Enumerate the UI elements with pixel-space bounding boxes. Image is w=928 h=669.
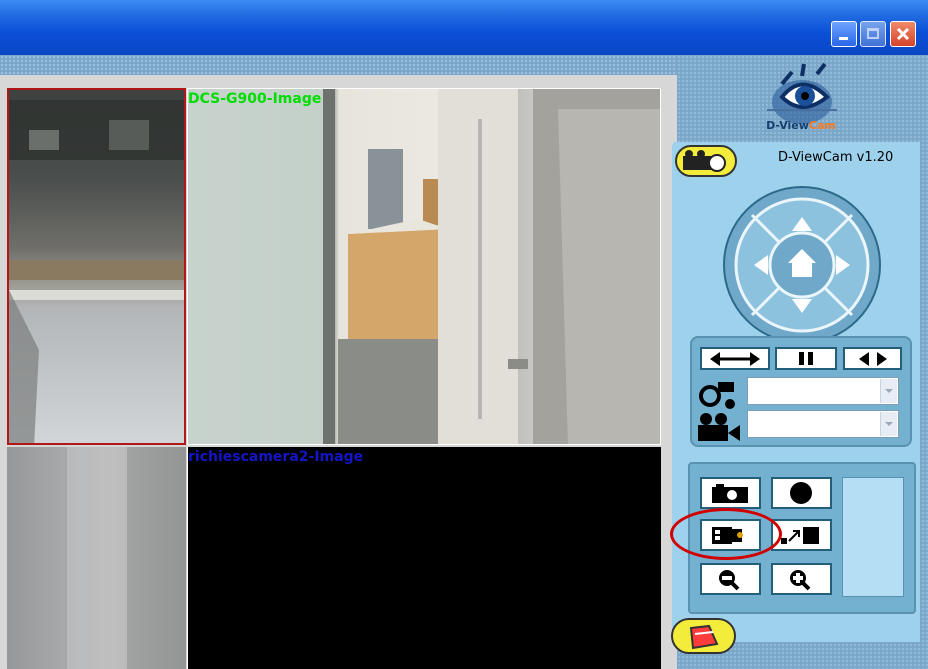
version-label: D-ViewCam v1.20 <box>778 150 894 165</box>
camera-image-1 <box>9 100 184 443</box>
header-pattern <box>0 55 680 75</box>
preview-window <box>842 477 904 597</box>
fullscreen-icon <box>781 527 819 544</box>
chevron-down-icon[interactable] <box>880 412 897 436</box>
camera-image-3 <box>7 447 186 669</box>
camera-select-button[interactable] <box>675 145 737 177</box>
auto-pan-button[interactable] <box>700 347 770 370</box>
camera-view-2[interactable]: DCS-G900-Image <box>187 88 661 445</box>
title-bar <box>0 0 928 55</box>
minimize-button[interactable] <box>831 21 857 47</box>
maximize-button[interactable] <box>860 21 886 47</box>
snapshot-button[interactable] <box>700 477 761 509</box>
patrol-icon <box>859 352 887 366</box>
zoom-in-icon <box>790 570 811 591</box>
pause-icon <box>799 352 813 365</box>
preset-icon <box>699 382 735 409</box>
preset-combo[interactable] <box>747 377 899 405</box>
alarm-bell-icon <box>689 624 719 650</box>
camera-label-4: richiescamera2-Image <box>188 449 364 465</box>
camcorder-icon <box>683 150 726 172</box>
speed-combo[interactable] <box>747 410 899 438</box>
camera-label-2: DCS-G900-Image <box>188 91 322 107</box>
close-button[interactable] <box>890 21 916 47</box>
logo-text: D-ViewCam <box>748 119 854 132</box>
video-camera-icon <box>698 413 740 441</box>
camera-image-2 <box>188 89 660 444</box>
ptz-control[interactable] <box>722 185 882 345</box>
chevron-down-icon[interactable] <box>880 379 897 403</box>
patrol-button[interactable] <box>843 347 902 370</box>
alarm-button[interactable] <box>671 618 736 654</box>
zoom-in-button[interactable] <box>771 563 832 595</box>
pause-button[interactable] <box>775 347 837 370</box>
logo-text-main: D-View <box>766 119 809 132</box>
close-icon <box>896 27 910 41</box>
zoom-out-button[interactable] <box>700 563 761 595</box>
camera-view-4[interactable]: richiescamera2-Image <box>187 447 661 669</box>
layout-button[interactable] <box>700 519 761 551</box>
camera-view-3[interactable] <box>7 447 186 669</box>
logo-text-accent: Cam <box>808 119 836 132</box>
record-icon <box>790 482 812 504</box>
camera-view-1[interactable] <box>7 88 186 445</box>
record-button[interactable] <box>771 477 832 509</box>
zoom-out-icon <box>719 570 740 591</box>
auto-pan-icon <box>710 352 760 366</box>
fullscreen-button[interactable] <box>771 519 832 551</box>
snapshot-icon <box>712 484 748 503</box>
layout-icon <box>712 527 743 544</box>
